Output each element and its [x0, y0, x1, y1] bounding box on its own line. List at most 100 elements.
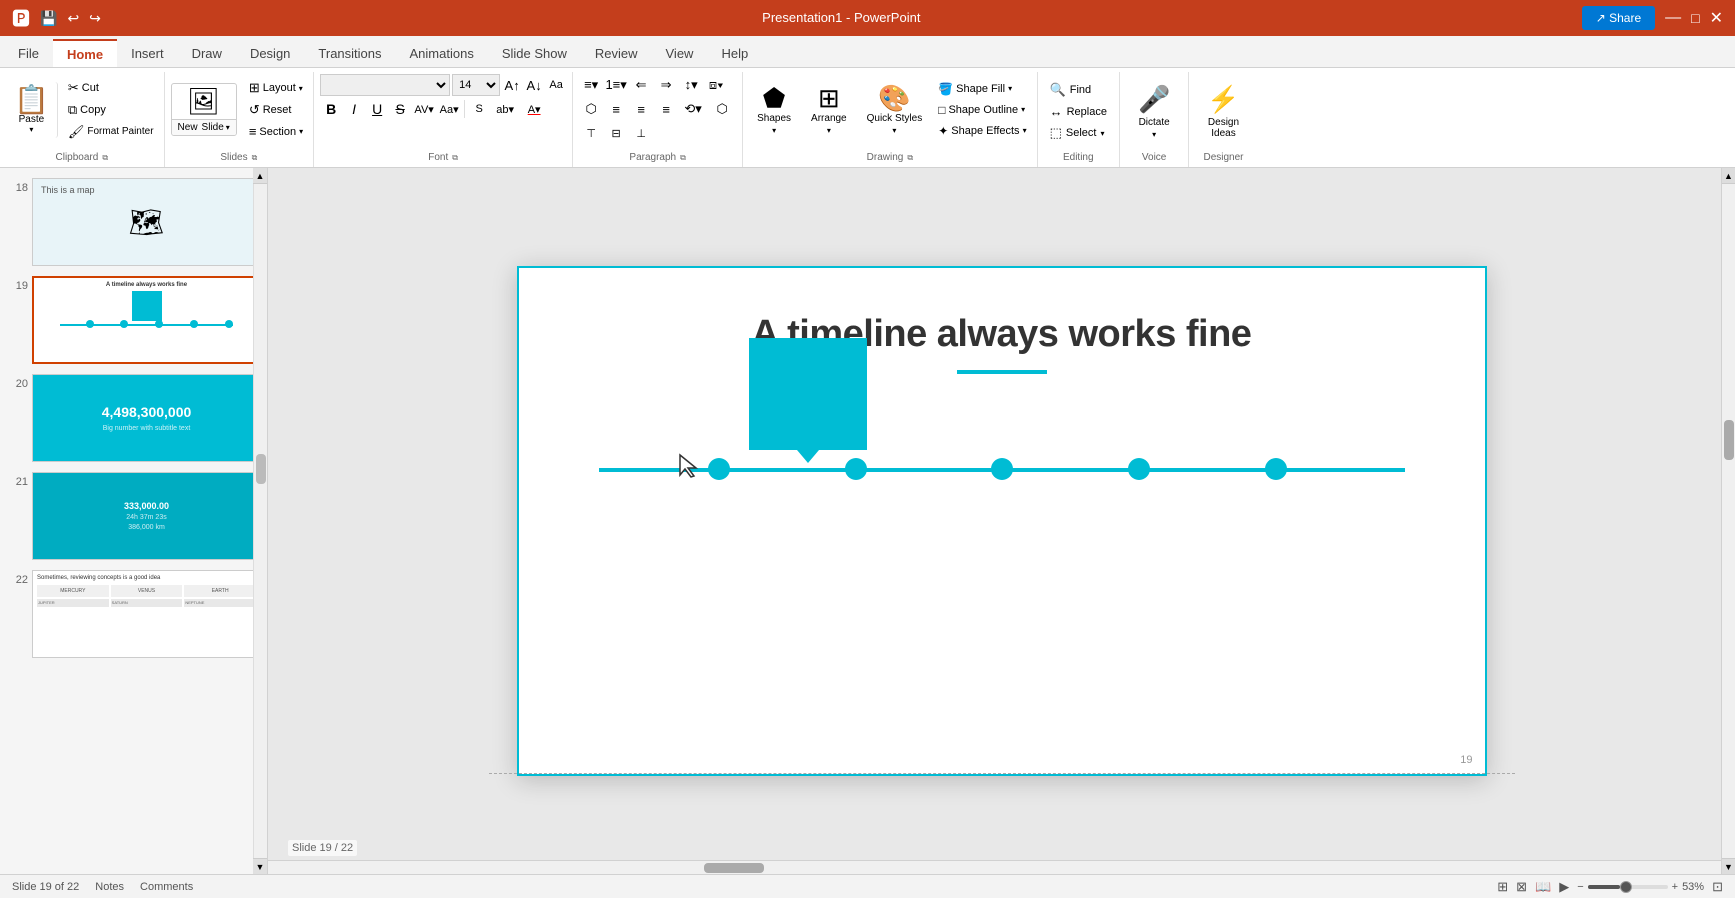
slide-page-number: 19	[1460, 754, 1472, 766]
fit-to-window-button[interactable]: ⊡	[1712, 879, 1723, 895]
bullets-button[interactable]: ≡▾	[579, 74, 603, 96]
italic-button[interactable]: I	[343, 98, 365, 120]
design-ideas-button[interactable]: ⚡ DesignIdeas	[1199, 80, 1247, 143]
align-left-button[interactable]: ⬡	[579, 98, 603, 120]
vscroll-down-button[interactable]: ▼	[1722, 858, 1735, 874]
section-button[interactable]: ≡Section▾	[245, 122, 307, 141]
numbering-button[interactable]: 1≡▾	[604, 74, 628, 96]
arrange-button[interactable]: ⊞ Arrange ▾	[803, 81, 855, 139]
slideshow-button[interactable]: ▶	[1559, 879, 1569, 895]
slide-count-status: Slide 19 of 22	[12, 881, 79, 893]
font-size-select[interactable]: 14	[452, 74, 500, 96]
highlight-color-button[interactable]: ab▾	[491, 98, 519, 120]
slide-thumb-21[interactable]: 333,000.00 24h 37m 23s 386,000 km	[32, 472, 261, 560]
change-case-button[interactable]: Aa▾	[437, 98, 461, 120]
quick-styles-button[interactable]: 🎨 Quick Styles ▾	[859, 81, 931, 139]
char-spacing-button[interactable]: AV▾	[412, 98, 436, 120]
zoom-slider[interactable]: − + 53%	[1577, 881, 1704, 893]
tab-review[interactable]: Review	[581, 39, 652, 67]
dictate-button[interactable]: 🎤 Dictate ▾	[1130, 80, 1178, 143]
font-color-button[interactable]: A▾	[520, 98, 548, 120]
slide-item-20[interactable]: 20 4,498,300,000 Big number with subtitl…	[4, 372, 263, 464]
shape-effects-button[interactable]: ✦Shape Effects▾	[934, 122, 1030, 140]
increase-font-button[interactable]: A↑	[502, 75, 522, 95]
font-name-select[interactable]	[320, 74, 450, 96]
columns-button[interactable]: ⧈▾	[704, 74, 728, 96]
smart-art-button[interactable]: ⬡	[708, 98, 736, 120]
tab-insert[interactable]: Insert	[117, 39, 178, 67]
main-area-hscrollbar[interactable]	[268, 860, 1721, 874]
copy-button[interactable]: ⧉Copy	[64, 100, 158, 120]
shape-outline-button[interactable]: □Shape Outline▾	[934, 101, 1030, 119]
notes-button[interactable]: Notes	[95, 881, 124, 893]
find-button[interactable]: 🔍Find	[1044, 80, 1113, 100]
new-slide-button[interactable]: 🖼 NewSlide▾	[171, 83, 237, 136]
vscroll-up-button[interactable]: ▲	[1722, 168, 1735, 184]
replace-button[interactable]: ↔Replace	[1044, 102, 1113, 121]
underline-button[interactable]: U	[366, 98, 388, 120]
comments-button[interactable]: Comments	[140, 881, 193, 893]
slide-thumb-18[interactable]: This is a map 🗺	[32, 178, 261, 266]
decrease-indent-button[interactable]: ⇐	[629, 74, 653, 96]
scroll-down-button[interactable]: ▼	[253, 858, 267, 874]
reset-button[interactable]: ↺Reset	[245, 100, 307, 120]
slide-item-21[interactable]: 21 333,000.00 24h 37m 23s 386,000 km	[4, 470, 263, 562]
close-button[interactable]: ✕	[1710, 8, 1723, 28]
tab-slideshow[interactable]: Slide Show	[488, 39, 581, 67]
text-direction-button[interactable]: ⟲▾	[679, 98, 707, 120]
slide-item-22[interactable]: 22 Sometimes, reviewing concepts is a go…	[4, 568, 263, 660]
layout-button[interactable]: ⊞Layout▾	[245, 78, 307, 98]
slide-thumb-19[interactable]: A timeline always works fine	[32, 276, 261, 364]
drawing-group-label: Drawing⧉	[743, 152, 1036, 163]
main-area-vscrollbar[interactable]: ▲ ▼	[1721, 168, 1735, 874]
align-top-button[interactable]: ⊤	[579, 122, 603, 144]
text-shadow-button[interactable]: S	[468, 98, 490, 120]
timeline-area	[519, 468, 1485, 472]
minimize-button[interactable]: —	[1665, 9, 1681, 27]
quick-access-save[interactable]: 💾	[40, 10, 57, 27]
share-button[interactable]: ↗ Share	[1582, 6, 1655, 30]
line-spacing-button[interactable]: ↕▾	[679, 74, 703, 96]
maximize-button[interactable]: □	[1691, 10, 1699, 26]
slide-thumb-20[interactable]: 4,498,300,000 Big number with subtitle t…	[32, 374, 261, 462]
format-painter-button[interactable]: 🖌Format Painter	[64, 122, 158, 142]
slide-container[interactable]: A timeline always works fine	[517, 266, 1487, 776]
tab-animations[interactable]: Animations	[396, 39, 488, 67]
justify-button[interactable]: ≡	[654, 98, 678, 120]
shape-fill-button[interactable]: 🪣Shape Fill▾	[934, 80, 1030, 98]
scroll-up-button[interactable]: ▲	[253, 168, 267, 184]
vscroll-thumb[interactable]	[1724, 420, 1734, 460]
select-button[interactable]: ⬚Select▾	[1044, 123, 1113, 143]
align-center-button[interactable]: ≡	[604, 98, 628, 120]
slides-panel-scrollbar[interactable]	[253, 184, 267, 858]
slide-sorter-button[interactable]: ⊠	[1516, 879, 1527, 895]
tab-home[interactable]: Home	[53, 39, 117, 67]
align-bottom-button[interactable]: ⊥	[629, 122, 653, 144]
bold-button[interactable]: B	[320, 98, 342, 120]
clear-format-button[interactable]: Aa	[546, 75, 566, 95]
hscroll-thumb[interactable]	[704, 863, 764, 873]
align-middle-button[interactable]: ⊟	[604, 122, 628, 144]
quick-access-redo[interactable]: ↪	[89, 10, 101, 27]
shapes-button[interactable]: ⬟ Shapes ▾	[749, 81, 799, 139]
reading-view-button[interactable]: 📖	[1535, 879, 1551, 895]
tab-view[interactable]: View	[652, 39, 708, 67]
normal-view-button[interactable]: ⊞	[1497, 879, 1508, 895]
tab-design[interactable]: Design	[236, 39, 304, 67]
tab-draw[interactable]: Draw	[178, 39, 236, 67]
quick-access-undo[interactable]: ↩	[67, 10, 79, 27]
app-body: ▲ 18 This is a map 🗺 19 A timeline alway…	[0, 168, 1735, 874]
tab-transitions[interactable]: Transitions	[304, 39, 395, 67]
slide-item-19[interactable]: 19 A timeline always works fine	[4, 274, 263, 366]
cut-button[interactable]: ✂Cut	[64, 78, 158, 98]
paste-button[interactable]: 📋 Paste ▾	[6, 82, 58, 138]
strikethrough-button[interactable]: S	[389, 98, 411, 120]
clipboard-group: 📋 Paste ▾ ✂Cut ⧉Copy 🖌Format Painter Cli…	[0, 72, 165, 167]
slide-thumb-22[interactable]: Sometimes, reviewing concepts is a good …	[32, 570, 261, 658]
align-right-button[interactable]: ≡	[629, 98, 653, 120]
tab-help[interactable]: Help	[707, 39, 762, 67]
increase-indent-button[interactable]: ⇒	[654, 74, 678, 96]
slide-item-18[interactable]: 18 This is a map 🗺	[4, 176, 263, 268]
tab-file[interactable]: File	[4, 39, 53, 67]
decrease-font-button[interactable]: A↓	[524, 75, 544, 95]
